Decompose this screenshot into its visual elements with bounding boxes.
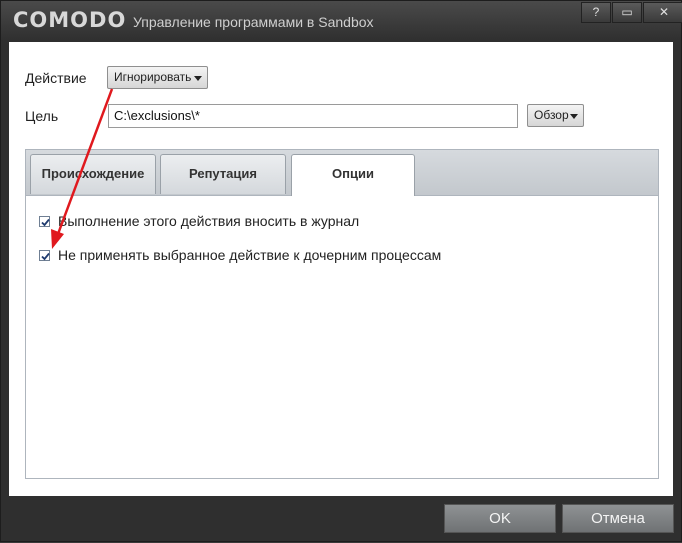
- no-child-processes-checkbox[interactable]: [39, 249, 50, 261]
- chevron-down-icon: [570, 114, 578, 119]
- help-button[interactable]: ?: [581, 2, 611, 23]
- sandbox-dialog-window: COMODO Управление программами в Sandbox …: [0, 0, 682, 542]
- close-button[interactable]: ✕: [643, 2, 682, 23]
- log-action-label: Выполнение этого действия вносить в журн…: [58, 213, 360, 229]
- target-label: Цель: [25, 108, 59, 124]
- target-path-input[interactable]: C:\exclusions\*: [108, 104, 518, 128]
- chevron-down-icon: [194, 76, 202, 81]
- comodo-logo: COMODO: [13, 8, 127, 32]
- maximize-button[interactable]: ▭: [612, 2, 642, 23]
- ok-button[interactable]: OK: [444, 504, 556, 533]
- checkmark-icon: [41, 252, 50, 260]
- option-no-child-processes[interactable]: Не применять выбранное действие к дочерн…: [39, 246, 441, 264]
- tab-options[interactable]: Опции: [291, 154, 415, 196]
- log-action-checkbox[interactable]: [39, 215, 50, 227]
- action-label: Действие: [25, 70, 87, 86]
- titlebar[interactable]: COMODO Управление программами в Sandbox …: [1, 1, 682, 41]
- option-log-action[interactable]: Выполнение этого действия вносить в журн…: [39, 212, 359, 230]
- checkmark-icon: [41, 218, 50, 226]
- window-title: Управление программами в Sandbox: [133, 14, 374, 30]
- window-controls: ? ▭ ✕: [581, 2, 682, 23]
- tab-origin[interactable]: Происхождение: [30, 154, 156, 194]
- tab-reputation[interactable]: Репутация: [160, 154, 286, 194]
- browse-button[interactable]: Обзор: [527, 104, 584, 127]
- action-dropdown-value: Игнорировать: [114, 70, 192, 84]
- browse-button-label: Обзор: [534, 108, 569, 122]
- action-dropdown[interactable]: Игнорировать: [107, 66, 208, 89]
- cancel-button[interactable]: Отмена: [562, 504, 674, 533]
- no-child-processes-label: Не применять выбранное действие к дочерн…: [58, 247, 442, 263]
- tab-panel: [25, 149, 659, 479]
